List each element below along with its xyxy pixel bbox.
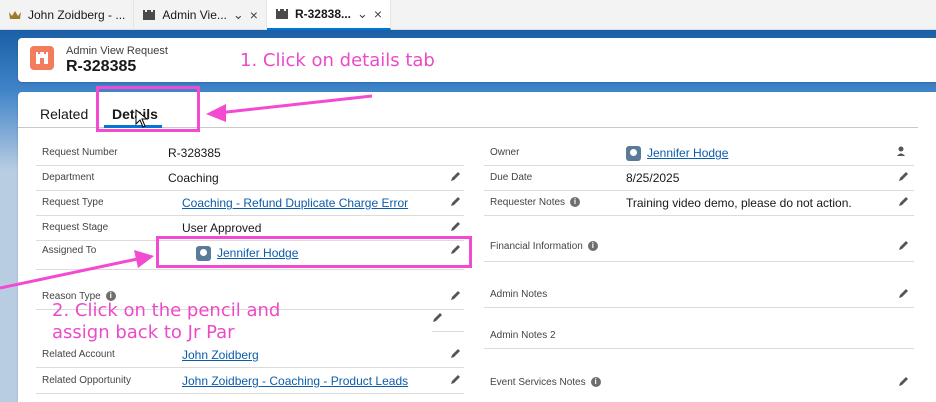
field-label: Request Stage	[42, 222, 109, 233]
field-label: Request Number	[42, 147, 118, 158]
pencil-edit-icon[interactable]	[898, 170, 910, 182]
pencil-edit-icon[interactable]	[450, 170, 462, 182]
pencil-edit-icon[interactable]	[450, 289, 462, 301]
annotation-step-2-line-2: assign back to Jr Par	[52, 322, 235, 343]
pencil-edit-icon[interactable]	[450, 347, 462, 359]
annotation-highlight-details-tab	[96, 86, 200, 132]
tab-label: Admin Vie...	[162, 8, 227, 22]
browser-tab-bar: John Zoidberg - ... Admin Vie... ⌄ × R-3…	[0, 0, 936, 30]
field-label: Owner	[490, 147, 520, 158]
pencil-edit-icon[interactable]	[450, 195, 462, 207]
field-request-type: Request Type Coaching - Refund Duplicate…	[36, 192, 464, 216]
owner-link[interactable]: Jennifer Hodge	[626, 146, 728, 162]
crown-icon	[8, 9, 22, 21]
field-extra-edit	[432, 308, 464, 332]
record-type-icon	[30, 46, 54, 70]
field-department: Department Coaching	[36, 167, 464, 191]
related-account-link[interactable]: John Zoidberg	[182, 348, 259, 362]
field-related-opportunity: Related Opportunity John Zoidberg - Coac…	[36, 370, 464, 394]
field-label: Requester Notes i	[490, 197, 581, 208]
tab-admin-view[interactable]: Admin Vie... ⌄ ×	[134, 0, 267, 30]
tab-r-328385[interactable]: R-32838... ⌄ ×	[266, 0, 392, 30]
field-label: Assigned To	[42, 245, 97, 256]
related-opportunity-link[interactable]: John Zoidberg - Coaching - Product Leads	[182, 374, 408, 388]
castle-icon	[275, 8, 289, 20]
info-icon[interactable]: i	[590, 377, 601, 388]
field-event-services-notes: Event Services Notes i	[484, 372, 914, 396]
field-admin-notes: Admin Notes	[484, 284, 914, 308]
castle-icon	[142, 9, 156, 21]
field-request-number: Request Number R-328385	[36, 142, 464, 166]
pencil-edit-icon[interactable]	[450, 220, 462, 232]
field-label: Admin Notes 2	[490, 330, 556, 341]
record-header: Admin View Request R-328385	[18, 38, 936, 82]
close-icon[interactable]: ×	[374, 6, 382, 22]
pencil-edit-icon[interactable]	[898, 287, 910, 299]
record-type-label: Admin View Request	[66, 45, 168, 57]
tab-label: John Zoidberg - ...	[28, 8, 126, 22]
annotation-step-2-line-1: 2. Click on the pencil and	[52, 300, 281, 321]
record-title: R-328385	[66, 58, 137, 75]
field-value: Training video demo, please do not actio…	[626, 196, 852, 210]
field-label: Admin Notes	[490, 289, 548, 300]
annotation-step-1: 1. Click on details tab	[240, 50, 435, 71]
field-related-account: Related Account John Zoidberg	[36, 344, 464, 368]
field-label: Financial Information i	[490, 241, 598, 252]
field-label: Related Opportunity	[42, 375, 131, 386]
field-label: Department	[42, 172, 95, 183]
pencil-edit-icon[interactable]	[450, 373, 462, 385]
field-label: Due Date	[490, 172, 533, 183]
field-value: User Approved	[182, 221, 262, 235]
pencil-edit-icon[interactable]	[898, 239, 910, 251]
tab-label: R-32838...	[294, 7, 352, 21]
chevron-down-icon[interactable]: ⌄	[357, 6, 368, 22]
request-type-link[interactable]: Coaching - Refund Duplicate Charge Error	[182, 196, 408, 210]
pencil-edit-icon[interactable]	[898, 375, 910, 387]
field-owner: Owner Jennifer Hodge	[484, 142, 914, 166]
field-value: 8/25/2025	[626, 171, 680, 185]
info-icon[interactable]: i	[587, 241, 598, 252]
pencil-edit-icon[interactable]	[432, 311, 444, 323]
field-value: Coaching	[168, 171, 219, 185]
user-avatar-icon	[626, 146, 641, 162]
field-due-date: Due Date 8/25/2025	[484, 167, 914, 191]
field-requester-notes: Requester Notes i Training video demo, pl…	[484, 192, 914, 216]
field-label: Related Account	[42, 349, 115, 360]
field-value: R-328385	[168, 146, 221, 160]
chevron-down-icon[interactable]: ⌄	[233, 7, 244, 23]
owner-name[interactable]: Jennifer Hodge	[647, 146, 728, 160]
field-label: Event Services Notes i	[490, 377, 601, 388]
field-label: Request Type	[42, 197, 104, 208]
field-financial-information: Financial Information i	[484, 236, 914, 262]
tab-john-zoidberg[interactable]: John Zoidberg - ...	[0, 0, 135, 30]
pencil-edit-icon[interactable]	[898, 195, 910, 207]
change-owner-icon[interactable]	[896, 145, 908, 157]
annotation-highlight-assigned-to	[156, 236, 472, 268]
field-admin-notes-2: Admin Notes 2	[484, 325, 914, 349]
info-icon[interactable]: i	[570, 197, 581, 208]
tab-related[interactable]: Related	[40, 106, 88, 122]
close-icon[interactable]: ×	[250, 7, 258, 23]
